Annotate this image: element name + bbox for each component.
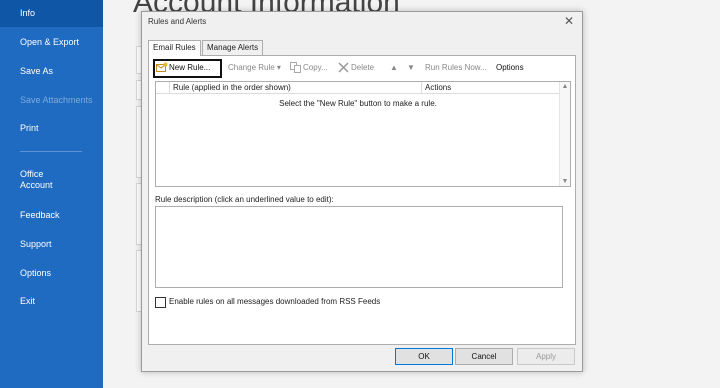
run-rules-now-label: Run Rules Now...	[425, 63, 487, 72]
change-rule-label: Change Rule	[228, 63, 275, 72]
rss-rules-checkbox[interactable]	[155, 297, 166, 308]
copy-icon	[290, 62, 302, 74]
nav-item-label: Print	[20, 123, 39, 133]
tab-label: Email Rules	[153, 43, 196, 52]
move-up-button[interactable]: ▲	[390, 62, 398, 74]
options-button[interactable]: Options	[496, 62, 524, 74]
ok-button[interactable]: OK	[395, 348, 453, 365]
tab-label: Manage Alerts	[207, 43, 259, 52]
arrow-up-icon: ▲	[390, 63, 398, 72]
copy-label: Copy...	[303, 63, 328, 72]
email-rules-panel: New Rule... Change Rule ▾ Copy... Delete…	[148, 55, 576, 345]
nav-item-label: Save Attachments	[20, 95, 93, 105]
nav-item-office-account[interactable]: Office Account	[0, 169, 103, 191]
nav-item-label: Support	[20, 239, 52, 249]
nav-divider	[20, 151, 82, 152]
nav-item-print[interactable]: Print	[0, 123, 103, 134]
nav-item-label: Save As	[20, 66, 54, 76]
vertical-scrollbar[interactable]: ▲ ▼	[559, 82, 570, 186]
delete-label: Delete	[351, 63, 375, 72]
nav-item-open-export[interactable]: Open & Export	[0, 37, 103, 48]
tab-manage-alerts[interactable]: Manage Alerts	[202, 40, 264, 55]
cancel-button[interactable]: Cancel	[455, 348, 513, 365]
close-icon[interactable]: ✕	[564, 14, 574, 28]
column-header-actions[interactable]: Actions	[422, 82, 560, 94]
nav-item-info[interactable]: Info	[0, 0, 103, 27]
rules-toolbar: New Rule... Change Rule ▾ Copy... Delete…	[152, 59, 572, 79]
column-header-rule[interactable]: Rule (applied in the order shown)	[170, 82, 422, 94]
apply-button: Apply	[517, 348, 575, 365]
nav-item-save-attachments: Save Attachments	[0, 95, 103, 106]
nav-item-save-as[interactable]: Save As	[0, 66, 103, 77]
apply-label: Apply	[535, 352, 556, 361]
new-rule-label: New Rule...	[169, 63, 211, 72]
delete-icon	[338, 62, 350, 73]
nav-item-label: Feedback	[20, 210, 60, 220]
rule-description-label: Rule description (click an underlined va…	[155, 195, 334, 204]
rules-and-alerts-dialog: Rules and Alerts ✕ Email Rules Manage Al…	[141, 11, 583, 372]
nav-item-label: Info	[20, 8, 36, 18]
tab-email-rules[interactable]: Email Rules	[148, 40, 201, 56]
rss-rules-label[interactable]: Enable rules on all messages downloaded …	[169, 297, 380, 306]
nav-item-label: Office Account	[20, 169, 53, 190]
rule-description-box[interactable]	[155, 206, 563, 288]
nav-item-label: Exit	[20, 296, 36, 306]
scroll-down-icon[interactable]: ▼	[560, 178, 570, 185]
delete-button[interactable]: Delete	[338, 62, 374, 74]
column-header-checkbox	[156, 82, 170, 94]
dropdown-arrow-icon: ▾	[274, 63, 281, 72]
nav-item-support[interactable]: Support	[0, 239, 103, 250]
new-rule-button[interactable]: New Rule...	[156, 62, 210, 74]
empty-list-message: Select the "New Rule" button to make a r…	[279, 99, 437, 108]
options-label: Options	[496, 63, 524, 72]
new-rule-icon	[156, 62, 168, 73]
copy-button[interactable]: Copy...	[290, 62, 328, 74]
column-header-label: Rule (applied in the order shown)	[173, 83, 291, 92]
nav-item-feedback[interactable]: Feedback	[0, 210, 103, 221]
backstage-nav: Info Open & Export Save As Save Attachme…	[0, 0, 103, 388]
column-header-label: Actions	[425, 83, 452, 92]
move-down-button[interactable]: ▼	[407, 62, 415, 74]
cancel-label: Cancel	[471, 352, 497, 361]
nav-item-label: Options	[20, 268, 52, 278]
run-rules-now-button[interactable]: Run Rules Now...	[425, 62, 487, 74]
nav-item-label: Open & Export	[20, 37, 80, 47]
nav-item-exit[interactable]: Exit	[0, 296, 103, 307]
arrow-down-icon: ▼	[407, 63, 415, 72]
nav-item-options[interactable]: Options	[0, 268, 103, 279]
change-rule-button[interactable]: Change Rule ▾	[228, 62, 281, 74]
dialog-title: Rules and Alerts	[148, 17, 207, 26]
scroll-up-icon[interactable]: ▲	[560, 83, 570, 90]
ok-label: OK	[418, 352, 430, 361]
rules-list[interactable]: Rule (applied in the order shown) Action…	[155, 81, 571, 187]
